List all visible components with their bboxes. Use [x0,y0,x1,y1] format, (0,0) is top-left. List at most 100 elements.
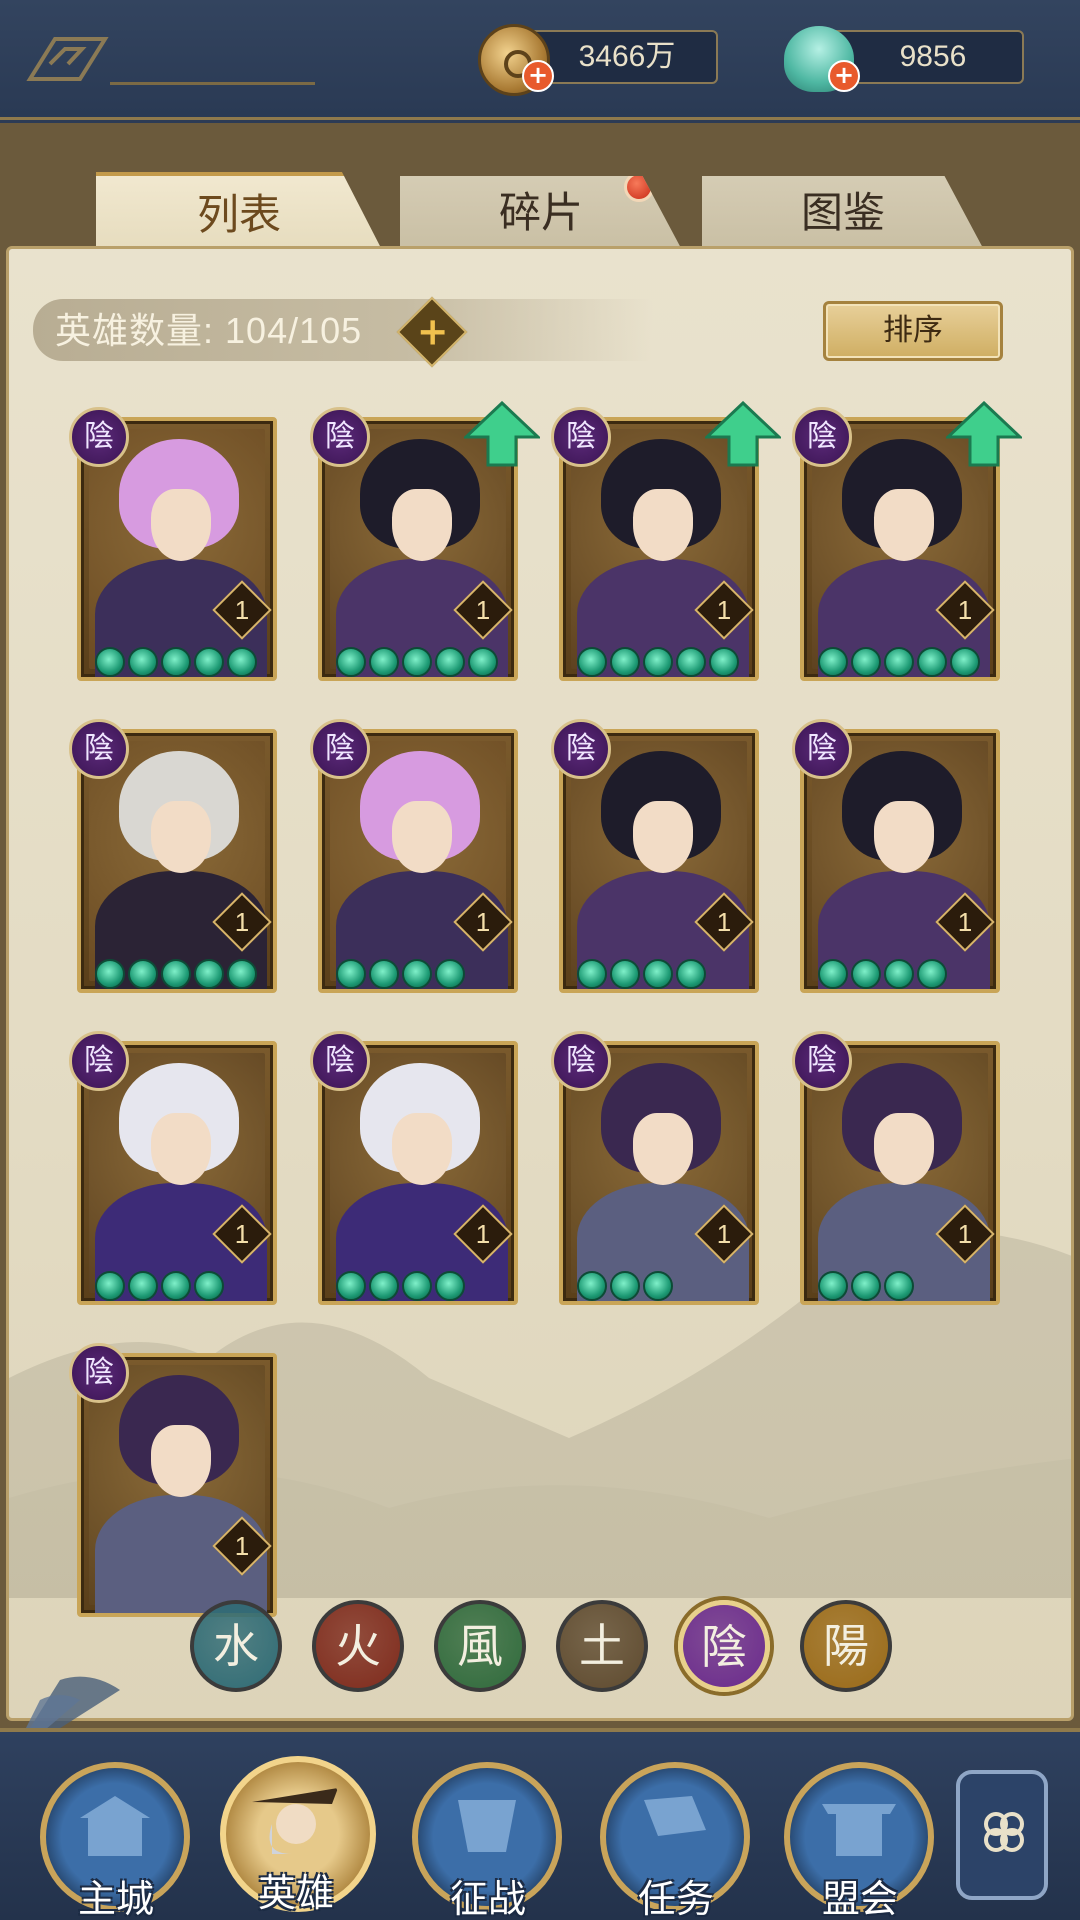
element-badge: 陰 [310,1031,370,1091]
coin-currency[interactable]: + 3466万 [478,24,748,96]
upgrade-arrow-icon [946,401,1022,467]
star-rating [95,647,257,677]
level-value: 1 [716,907,732,937]
jade-star-icon [950,647,980,677]
element-badge: 陰 [792,1031,852,1091]
hero-card[interactable]: 陰1 [310,1031,518,1305]
star-rating [336,959,465,989]
jade-star-icon [435,959,465,989]
jade-star-icon [818,1271,848,1301]
element-badge: 陰 [551,407,611,467]
element-filter-button[interactable]: 水 [190,1600,282,1692]
sort-button[interactable]: 排序 [823,301,1003,361]
element-badge: 陰 [69,1031,129,1091]
element-badge: 陰 [69,719,129,779]
element-filter-button[interactable]: 土 [556,1600,648,1692]
hero-list-panel: 英雄数量: 104/105 + 排序 陰1陰1陰1陰1陰1陰1陰1陰1陰1陰1陰… [6,246,1074,1721]
hero-count-label: 英雄数量: [55,310,215,351]
hero-card[interactable]: 陰1 [551,719,759,993]
element-filter-button[interactable]: 陰 [678,1600,770,1692]
star-rating [577,647,739,677]
scroll-flag-icon [644,1796,706,1836]
hero-face [392,489,452,561]
hero-card[interactable]: 陰1 [69,719,277,993]
jade-star-icon [161,1271,191,1301]
hero-face [151,1425,211,1497]
element-badge: 陰 [310,719,370,779]
hero-face [633,801,693,873]
hero-card[interactable]: 陰1 [551,1031,759,1305]
tab-fragments-label: 碎片 [498,188,583,237]
star-rating [818,647,980,677]
jade-star-icon [402,959,432,989]
jade-star-icon [336,1271,366,1301]
star-rating [577,959,706,989]
jade-star-icon [851,647,881,677]
level-value: 1 [716,595,732,625]
hero-card[interactable]: 陰1 [792,401,1022,681]
hero-face [151,489,211,561]
jade-star-icon [676,647,706,677]
jade-star-icon [402,647,432,677]
jade-star-icon [227,959,257,989]
hero-count-value: 104/105 [225,310,363,351]
jade-star-icon [884,1271,914,1301]
element-badge: 陰 [310,407,370,467]
level-value: 1 [957,907,973,937]
jade-currency[interactable]: + 9856 [784,26,1054,92]
add-coins-button[interactable]: + [522,60,554,92]
jade-star-icon [128,647,158,677]
jade-star-icon [851,1271,881,1301]
hero-face [392,801,452,873]
jade-star-icon [851,959,881,989]
jade-star-icon [709,647,739,677]
jade-star-icon [194,1271,224,1301]
jade-star-icon [369,959,399,989]
upgrade-arrow-icon [464,401,540,467]
hero-card[interactable]: 陰1 [792,719,1000,993]
nav-heroes[interactable]: 英雄 [220,1756,376,1915]
nav-main-city[interactable]: 主城 [40,1762,190,1920]
element-filter-button[interactable]: 火 [312,1600,404,1692]
star-rating [818,1271,914,1301]
star-rating [336,1271,465,1301]
jade-star-icon [369,647,399,677]
four-petal-menu-icon [984,1812,1024,1852]
tab-list[interactable]: 列表 [96,172,382,250]
nav-tasks[interactable]: 任务 [600,1762,750,1920]
element-badge: 陰 [792,719,852,779]
jade-star-icon [577,959,607,989]
hero-card[interactable]: 陰1 [69,1343,277,1617]
jade-star-icon [369,1271,399,1301]
hero-count: 英雄数量: 104/105 [55,303,362,359]
hero-card[interactable]: 陰1 [69,407,277,681]
hero-card[interactable]: 陰1 [310,401,540,681]
nav-battle[interactable]: 征战 [412,1762,562,1920]
hero-grid: 陰1陰1陰1陰1陰1陰1陰1陰1陰1陰1陰1陰1陰1 [69,401,1037,1617]
element-filter-button[interactable]: 陽 [800,1600,892,1692]
jade-star-icon [95,1271,125,1301]
game-logo-icon [26,37,109,81]
hero-card[interactable]: 陰1 [551,401,781,681]
star-rating [818,959,947,989]
tab-collection[interactable]: 图鉴 [702,176,984,250]
hero-card[interactable]: 陰1 [310,719,518,993]
jade-star-icon [402,1271,432,1301]
add-jade-button[interactable]: + [828,60,860,92]
nav-alliance[interactable]: 盟会 [784,1762,934,1920]
menu-button[interactable] [956,1770,1048,1900]
jade-star-icon [128,1271,158,1301]
element-badge: 陰 [551,1031,611,1091]
hero-face [151,801,211,873]
tab-collection-label: 图鉴 [800,188,885,237]
tab-fragments[interactable]: 碎片 [400,176,682,250]
hero-card[interactable]: 陰1 [792,1031,1000,1305]
hero-face [874,1113,934,1185]
level-value: 1 [234,1219,250,1249]
element-badge: 陰 [69,1343,129,1403]
level-value: 1 [716,1219,732,1249]
jade-star-icon [643,959,673,989]
element-filter-button[interactable]: 風 [434,1600,526,1692]
hero-card[interactable]: 陰1 [69,1031,277,1305]
bottom-navigation: 主城 英雄 征战 任务 盟会 [0,1728,1080,1920]
